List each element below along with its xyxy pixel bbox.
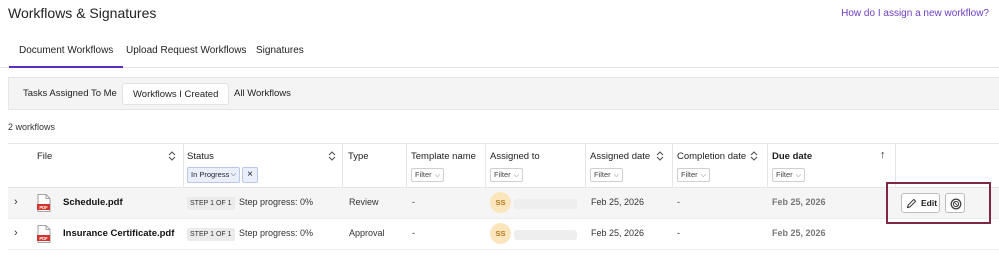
due-date: Feb 25, 2026 [772,197,826,207]
due-date-filter-input[interactable]: Filter ⌵ [772,168,805,182]
workflow-type: Approval [349,228,385,238]
step-progress: Step progress: 0% [239,228,314,238]
pdf-icon: PDF [37,194,51,212]
table-row[interactable]: › PDF Schedule.pdf STEP 1 OF 1 Step prog… [8,188,999,219]
main-tabs: Document Workflows Upload Request Workfl… [0,40,999,68]
chevron-down-icon: ⌵ [795,172,801,179]
assigned-to-filter-input[interactable]: Filter ⌵ [490,168,523,182]
column-header-template-name[interactable]: Template name [411,151,476,162]
step-badge: STEP 1 OF 1 [187,228,235,241]
subtab-workflows-i-created[interactable]: Workflows I Created [122,83,230,105]
cancel-workflow-button[interactable] [945,193,965,213]
tab-signatures[interactable]: Signatures [256,45,304,56]
tab-document-workflows[interactable]: Document Workflows [8,45,124,68]
assigned-date: Feb 25, 2026 [591,228,645,238]
step-badge: STEP 1 OF 1 [187,197,235,210]
filter-placeholder: Filter [415,170,432,179]
subtab-tasks-assigned-to-me[interactable]: Tasks Assigned To Me [13,83,127,105]
page-title: Workflows & Signatures [8,5,157,21]
template-filter-input[interactable]: Filter ⌵ [411,168,444,182]
column-header-type[interactable]: Type [348,151,369,162]
column-divider[interactable] [183,144,184,188]
table-header: File Status In Progress ⌵ × Type Templat… [8,143,999,188]
due-date: Feb 25, 2026 [772,228,826,238]
sort-icon[interactable] [656,150,664,162]
filter-placeholder: Filter [594,170,611,179]
help-link[interactable]: How do I assign a new workflow? [841,8,989,19]
arrow-up-icon[interactable]: ↑ [880,149,886,161]
column-header-status[interactable]: Status [187,151,214,162]
file-name[interactable]: Insurance Certificate.pdf [63,228,174,239]
filter-placeholder: Filter [681,170,698,179]
completion-date-filter-input[interactable]: Filter ⌵ [677,168,710,182]
column-divider[interactable] [485,144,486,188]
status-chip-label: In Progress [191,170,230,179]
subtabs-panel: Tasks Assigned To Me Workflows I Created… [8,77,999,110]
template-name: - [412,228,415,238]
chevron-down-icon: ⌵ [513,172,519,179]
assigned-date-filter-input[interactable]: Filter ⌵ [590,168,623,182]
edit-button[interactable]: Edit [901,193,940,213]
pdf-icon: PDF [37,225,51,243]
assignee-name-redacted [514,199,577,209]
column-divider[interactable] [672,144,673,188]
chevron-right-icon[interactable]: › [14,227,18,239]
cancel-circle-icon [950,198,962,210]
sort-icon[interactable] [750,150,758,162]
avatar: SS [490,223,511,244]
step-progress: Step progress: 0% [239,197,314,207]
chevron-down-icon: ⌵ [700,172,706,179]
chevron-right-icon[interactable]: › [14,196,18,208]
assigned-date: Feb 25, 2026 [591,197,645,207]
column-divider[interactable] [342,144,343,188]
edit-button-label: Edit [921,198,938,208]
filter-placeholder: Filter [494,170,511,179]
file-name[interactable]: Schedule.pdf [63,197,123,208]
column-divider[interactable] [767,144,768,188]
column-divider[interactable] [585,144,586,188]
pencil-icon [906,198,917,209]
template-name: - [412,197,415,207]
column-header-assigned-to[interactable]: Assigned to [490,151,540,162]
svg-text:PDF: PDF [39,236,48,241]
column-header-assigned-date[interactable]: Assigned date [590,151,650,162]
assignee-name-redacted [514,230,577,240]
column-header-due-date[interactable]: Due date [772,151,812,162]
status-filter-chip[interactable]: In Progress ⌵ [187,167,240,183]
chevron-down-icon: ⌵ [230,171,236,178]
workflow-count: 2 workflows [8,122,56,132]
sort-icon[interactable] [168,150,176,162]
workflow-type: Review [349,197,379,207]
chevron-down-icon: ⌵ [434,172,440,179]
sort-icon[interactable] [328,150,336,162]
tab-upload-request-workflows[interactable]: Upload Request Workflows [126,45,246,56]
subtab-all-workflows[interactable]: All Workflows [224,83,301,105]
column-header-file[interactable]: File [37,151,52,162]
chevron-down-icon: ⌵ [613,172,619,179]
table-row[interactable]: › PDF Insurance Certificate.pdf STEP 1 O… [8,219,999,250]
avatar: SS [490,192,511,213]
completion-date: - [677,197,680,207]
column-header-completion-date[interactable]: Completion date [677,151,746,162]
filter-placeholder: Filter [776,170,793,179]
column-divider[interactable] [406,144,407,188]
clear-status-filter-button[interactable]: × [242,167,258,183]
svg-text:PDF: PDF [39,205,48,210]
completion-date: - [677,228,680,238]
